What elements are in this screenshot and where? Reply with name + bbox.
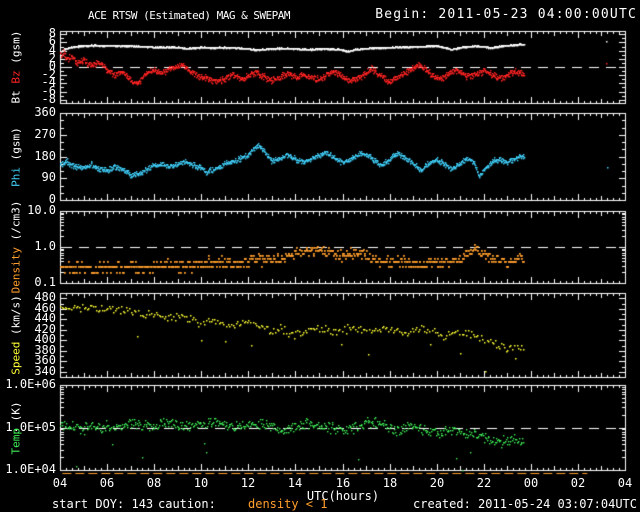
y-tick-label: 180 xyxy=(34,149,56,163)
begin-timestamp: Begin: 2011-05-23 04:00:00UTC xyxy=(375,7,637,22)
plot-canvas xyxy=(0,0,640,512)
footer-caution-value: density < 1 xyxy=(248,497,328,511)
y-tick-label: 270 xyxy=(34,127,56,141)
axis-caption-part: Speed xyxy=(9,341,23,375)
footer-start-doy: start DOY: 143 xyxy=(52,497,154,511)
axis-caption-part: Temp xyxy=(9,427,23,455)
y-tick-label: 1.0 xyxy=(34,239,56,253)
x-tick-label: 06 xyxy=(99,476,115,490)
x-tick-label: 14 xyxy=(287,476,303,490)
ace-rtsw-figure: ACE RTSW (Estimated) MAG & SWEPAM Begin:… xyxy=(0,0,640,512)
y-axis-caption-phi: Phi (gsm) xyxy=(10,127,23,187)
axis-caption-part: (km/s) xyxy=(9,295,23,342)
y-tick-label: 90 xyxy=(41,170,56,184)
footer-created-timestamp: created: 2011-05-24 03:07:04UTC xyxy=(413,497,637,511)
x-tick-label: 12 xyxy=(240,476,256,490)
axis-caption-part: Density xyxy=(9,247,23,294)
y-tick-label: 0.1 xyxy=(34,275,56,289)
y-tick-label: 360 xyxy=(34,105,56,119)
y-axis-caption-speed: Speed (km/s) xyxy=(10,295,23,374)
x-tick-label: 08 xyxy=(146,476,162,490)
y-axis-caption-temp: Temp (K) xyxy=(10,401,23,454)
x-tick-label: 04 xyxy=(617,476,633,490)
figure-title: ACE RTSW (Estimated) MAG & SWEPAM xyxy=(88,9,291,22)
y-tick-label: 1.0E+05 xyxy=(5,420,56,434)
axis-caption-part: (K) xyxy=(9,401,23,428)
axis-caption-part: (gsm) xyxy=(9,30,23,71)
x-tick-label: 16 xyxy=(335,476,351,490)
y-axis-caption-density: Density (/cm3) xyxy=(10,201,23,294)
x-tick-label: 20 xyxy=(429,476,445,490)
axis-caption-part: (/cm3) xyxy=(9,200,23,247)
footer-caution-label: caution: xyxy=(158,497,216,511)
axis-caption-part: (gsm) xyxy=(9,126,23,167)
axis-caption-part: Bt xyxy=(9,83,23,104)
y-tick-label: 1.0E+06 xyxy=(5,377,56,391)
y-tick-label: 10.0 xyxy=(27,203,56,217)
x-tick-label: 04 xyxy=(52,476,68,490)
axis-caption-part: Phi xyxy=(9,166,23,187)
x-tick-label: 10 xyxy=(193,476,209,490)
x-tick-label: 02 xyxy=(570,476,586,490)
y-tick-label: 1.0E+04 xyxy=(5,462,56,476)
x-tick-label: 22 xyxy=(476,476,492,490)
x-tick-label: 00 xyxy=(523,476,539,490)
axis-caption-part: Bz xyxy=(9,70,23,84)
y-axis-caption-mag: Bt Bz (gsm) xyxy=(10,31,23,104)
x-tick-label: 18 xyxy=(382,476,398,490)
